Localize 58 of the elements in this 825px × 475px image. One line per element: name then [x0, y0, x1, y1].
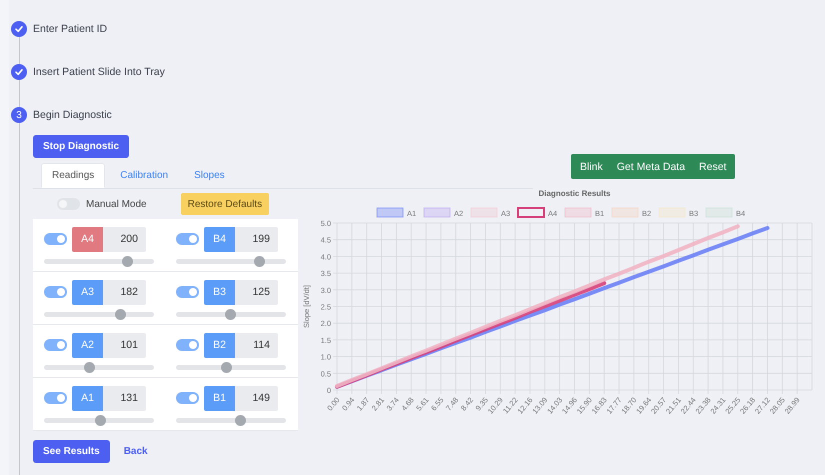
- action-button[interactable]: Blink: [573, 154, 610, 179]
- channel-switch[interactable]: [176, 233, 199, 245]
- channel-label: B3: [204, 280, 235, 304]
- check-icon: [14, 24, 24, 34]
- chart-title: Diagnostic Results: [538, 189, 610, 198]
- channel-switch[interactable]: [176, 392, 199, 404]
- channel-slider[interactable]: [176, 418, 286, 422]
- channel-value: 114: [235, 332, 278, 358]
- slider-thumb[interactable]: [224, 308, 236, 320]
- slider-thumb[interactable]: [254, 256, 264, 266]
- step-label: Begin Diagnostic: [33, 109, 112, 121]
- channel-switch[interactable]: [44, 286, 67, 298]
- stop-diagnostic-button[interactable]: Stop Diagnostic: [33, 135, 130, 158]
- see-results-button[interactable]: See Results: [33, 440, 110, 463]
- tab[interactable]: Readings: [41, 163, 106, 188]
- channel-slider[interactable]: [44, 418, 154, 422]
- slider-thumb[interactable]: [114, 308, 126, 320]
- channel-slider[interactable]: [44, 258, 154, 264]
- slider-thumb[interactable]: [84, 362, 96, 372]
- channel-switch[interactable]: [176, 339, 199, 351]
- channel-label: B1: [204, 386, 235, 410]
- channel-slider[interactable]: [44, 364, 154, 370]
- channel-slider[interactable]: [176, 258, 286, 264]
- slider-thumb[interactable]: [122, 256, 132, 266]
- step-label: Enter Patient ID: [33, 23, 108, 35]
- channel-label: A1: [72, 386, 103, 410]
- channel-value: 199: [235, 226, 278, 252]
- slider-thumb[interactable]: [95, 414, 106, 426]
- channel-value: 101: [103, 332, 146, 358]
- channel-switch[interactable]: [44, 339, 67, 351]
- channel-label: B2: [204, 332, 235, 358]
- channel-label: A2: [72, 332, 103, 358]
- channel-slider[interactable]: [176, 364, 286, 370]
- channel-slider[interactable]: [44, 312, 154, 316]
- check-icon: [14, 67, 24, 77]
- slider-thumb[interactable]: [234, 414, 246, 426]
- channel-label: A3: [72, 280, 103, 304]
- channel-switch[interactable]: [44, 392, 67, 404]
- channel-value: 182: [103, 280, 146, 304]
- restore-defaults-button[interactable]: Restore Defaults: [180, 193, 270, 215]
- channel-value: 131: [103, 386, 146, 410]
- tab[interactable]: Calibration: [109, 163, 180, 188]
- channel-label: A4: [72, 226, 103, 252]
- manual-mode-label: Manual Mode: [86, 198, 147, 210]
- tab[interactable]: Slopes: [183, 163, 236, 188]
- channel-value: 200: [103, 226, 146, 252]
- channel-slider[interactable]: [176, 312, 286, 316]
- channel-label: B4: [204, 226, 235, 252]
- step-label: Insert Patient Slide Into Tray: [33, 66, 165, 78]
- slider-thumb[interactable]: [220, 362, 232, 372]
- action-button[interactable]: Get Meta Data: [610, 154, 692, 179]
- channel-value: 149: [235, 386, 278, 410]
- channel-switch[interactable]: [44, 233, 67, 245]
- action-button[interactable]: Reset: [692, 154, 734, 179]
- back-link[interactable]: Back: [124, 446, 148, 457]
- channel-switch[interactable]: [176, 286, 199, 298]
- step-number: 3: [16, 110, 22, 120]
- channel-value: 125: [235, 280, 278, 304]
